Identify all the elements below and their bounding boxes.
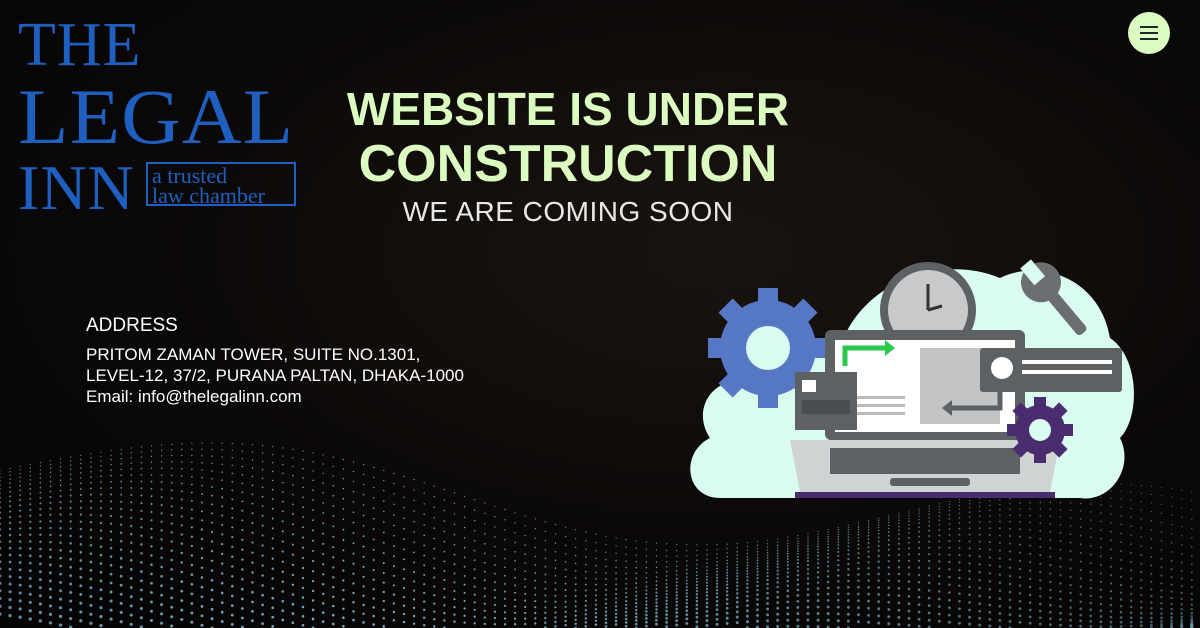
address-title: ADDRESS [86,315,178,336]
card-widget-right [980,348,1122,392]
coming-soon-subheading: WE ARE COMING SOON [402,196,734,227]
card-widget-left [795,372,857,430]
gear-icon-purple [1007,397,1073,463]
heading-line-1: WEBSITE IS UNDER [346,83,790,135]
address-line-1: PRITOM ZAMAN TOWER, SUITE NO.1301, [86,345,421,364]
hamburger-menu-icon [1140,26,1158,40]
menu-button[interactable] [1128,12,1170,54]
email-link[interactable]: Email: info@thelegalinn.com [86,386,464,407]
address-block: ADDRESS PRITOM ZAMAN TOWER, SUITE NO.130… [86,314,464,407]
logo-word-the: THE [18,11,142,79]
construction-illustration [690,259,1134,499]
heading-line-2: CONSTRUCTION [358,135,778,193]
address-line-2: LEVEL-12, 37/2, PURANA PALTAN, DHAKA-100… [86,366,464,385]
